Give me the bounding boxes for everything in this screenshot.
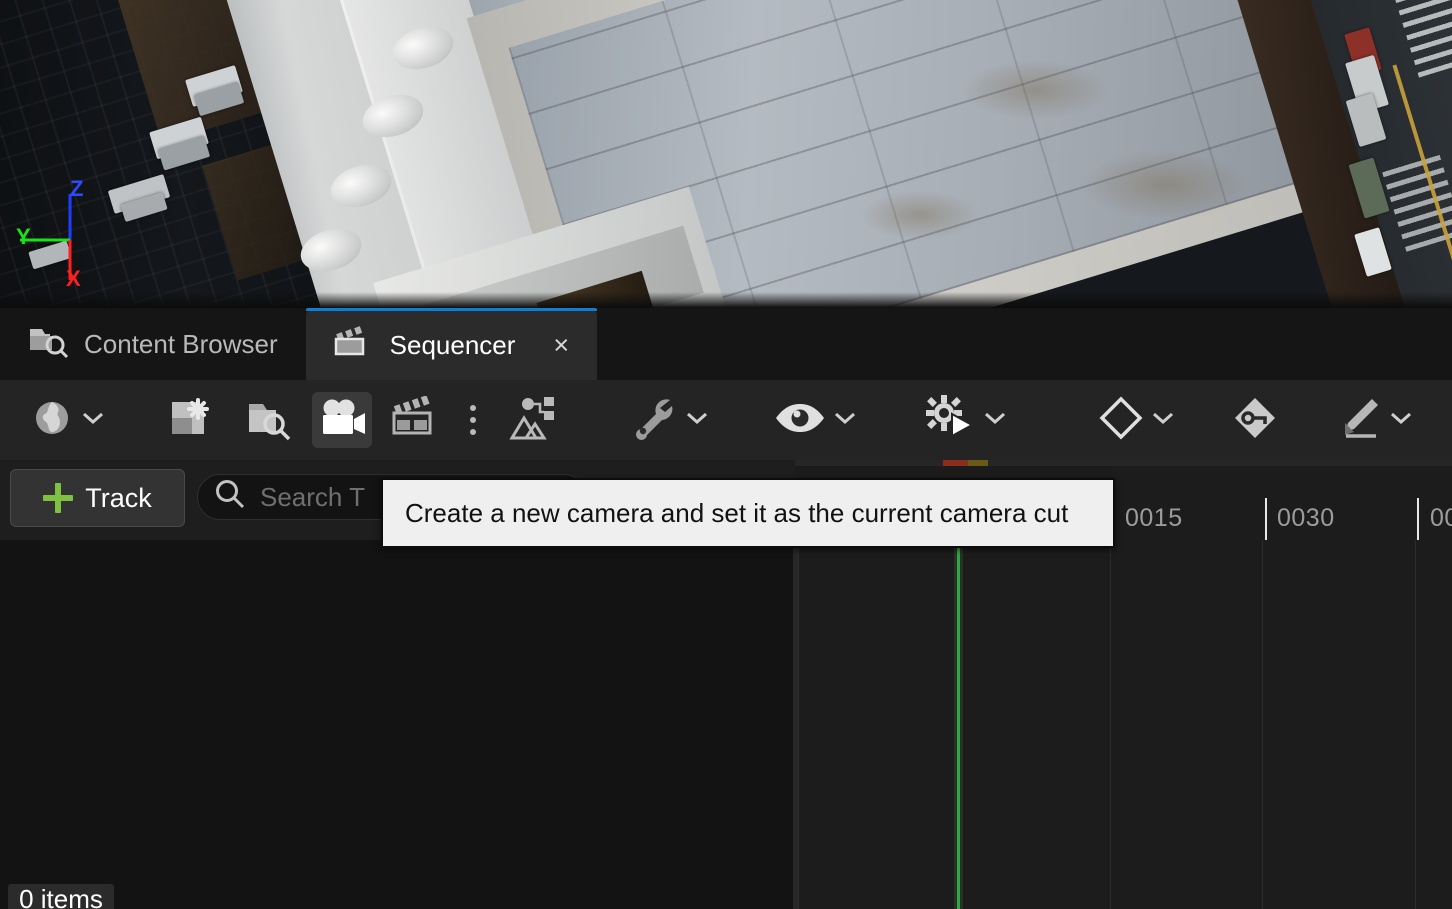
timeline-grid-line (1262, 540, 1263, 909)
tab-content-browser[interactable]: Content Browser (0, 308, 306, 380)
toolbar-save-sequence[interactable] (160, 392, 216, 448)
movie-camera-icon (316, 396, 368, 445)
save-asterisk-icon (164, 394, 212, 447)
toolbar-general-options[interactable] (626, 392, 714, 448)
key-diamond-icon (1232, 395, 1278, 446)
tab-label: Content Browser (84, 328, 278, 359)
viewport-scene-render (0, 0, 1452, 308)
timeline-playhead[interactable] (957, 540, 960, 909)
gizmo-x-label: X (66, 266, 81, 291)
diamond-icon (1098, 395, 1144, 446)
editor-window: Z Y X Content Browser Sequencer × Track … (0, 0, 1452, 909)
pencil-icon (1334, 395, 1382, 446)
plus-icon (43, 483, 74, 513)
track-outliner-panel[interactable] (0, 540, 793, 909)
ruler-tick (1417, 498, 1419, 540)
timeline-grid-line (1415, 540, 1416, 909)
timeline-grid-line (1110, 540, 1111, 909)
status-items-count: 0 items (8, 884, 114, 909)
eye-icon (774, 400, 826, 441)
ruler-tick-label: 00 (1430, 504, 1452, 532)
clapperboard-icon (334, 324, 374, 367)
panel-tab-bar: Content Browser Sequencer × (0, 308, 1452, 380)
wrench-icon (630, 394, 678, 447)
toolbar-playback-options[interactable] (918, 392, 1012, 448)
ruler-tick-label: 0015 (1125, 504, 1183, 532)
tab-label: Sequencer (389, 329, 516, 360)
kebab-menu-icon (470, 417, 476, 423)
ruler-tick (1265, 498, 1267, 540)
picture-nodes-icon (508, 394, 558, 447)
kebab-menu-icon (470, 405, 476, 411)
toolbar-create-camera[interactable] (312, 392, 372, 448)
ruler-marker-amber (968, 460, 988, 466)
close-icon[interactable]: × (553, 331, 569, 359)
search-placeholder: Search T (260, 481, 366, 512)
chevron-down-icon[interactable] (982, 409, 1008, 432)
toolbar-key-interpolation[interactable] (1228, 392, 1282, 448)
level-viewport[interactable]: Z Y X (0, 0, 1452, 308)
tab-sequencer[interactable]: Sequencer × (305, 308, 598, 380)
gizmo-y-label: Y (16, 224, 31, 249)
toolbar-keyframe-options[interactable] (1094, 392, 1180, 448)
track-timeline-panel[interactable] (798, 540, 1452, 909)
timeline-grid-line (798, 540, 799, 909)
clapperboard-icon (392, 394, 440, 445)
ruler-marker-red (943, 460, 968, 466)
toolbar-browse-to-asset[interactable] (240, 392, 296, 448)
toolbar-view-options[interactable] (770, 392, 862, 448)
toolbar-more-options[interactable] (456, 405, 490, 435)
toolbar-curve-editor[interactable] (1330, 392, 1418, 448)
toolbar-world-actor-dropdown[interactable] (20, 392, 116, 448)
add-track-button[interactable]: Track (10, 469, 185, 527)
content-browser-icon (28, 323, 69, 366)
gizmo-z-label: Z (70, 176, 84, 201)
gear-play-icon (922, 394, 976, 447)
add-track-label: Track (85, 482, 152, 513)
chevron-down-icon[interactable] (1388, 409, 1414, 432)
chevron-down-icon[interactable] (80, 409, 106, 432)
folder-search-icon (244, 394, 292, 447)
tooltip: Create a new camera and set it as the cu… (381, 478, 1115, 548)
ruler-top-edge (795, 460, 1452, 466)
tooltip-text: Create a new camera and set it as the cu… (405, 497, 1069, 528)
search-icon (214, 478, 246, 517)
sequencer-toolbar (0, 380, 1452, 460)
toolbar-render-movie[interactable] (388, 392, 444, 448)
chevron-down-icon[interactable] (832, 409, 858, 432)
toolbar-actions-menu[interactable] (504, 392, 562, 448)
viewport-axis-gizmo: Z Y X (8, 176, 118, 291)
chevron-down-icon[interactable] (1150, 409, 1176, 432)
ruler-tick-label: 0030 (1277, 504, 1335, 532)
chevron-down-icon[interactable] (684, 409, 710, 432)
kebab-menu-icon (470, 429, 476, 435)
globe-icon (30, 396, 74, 445)
